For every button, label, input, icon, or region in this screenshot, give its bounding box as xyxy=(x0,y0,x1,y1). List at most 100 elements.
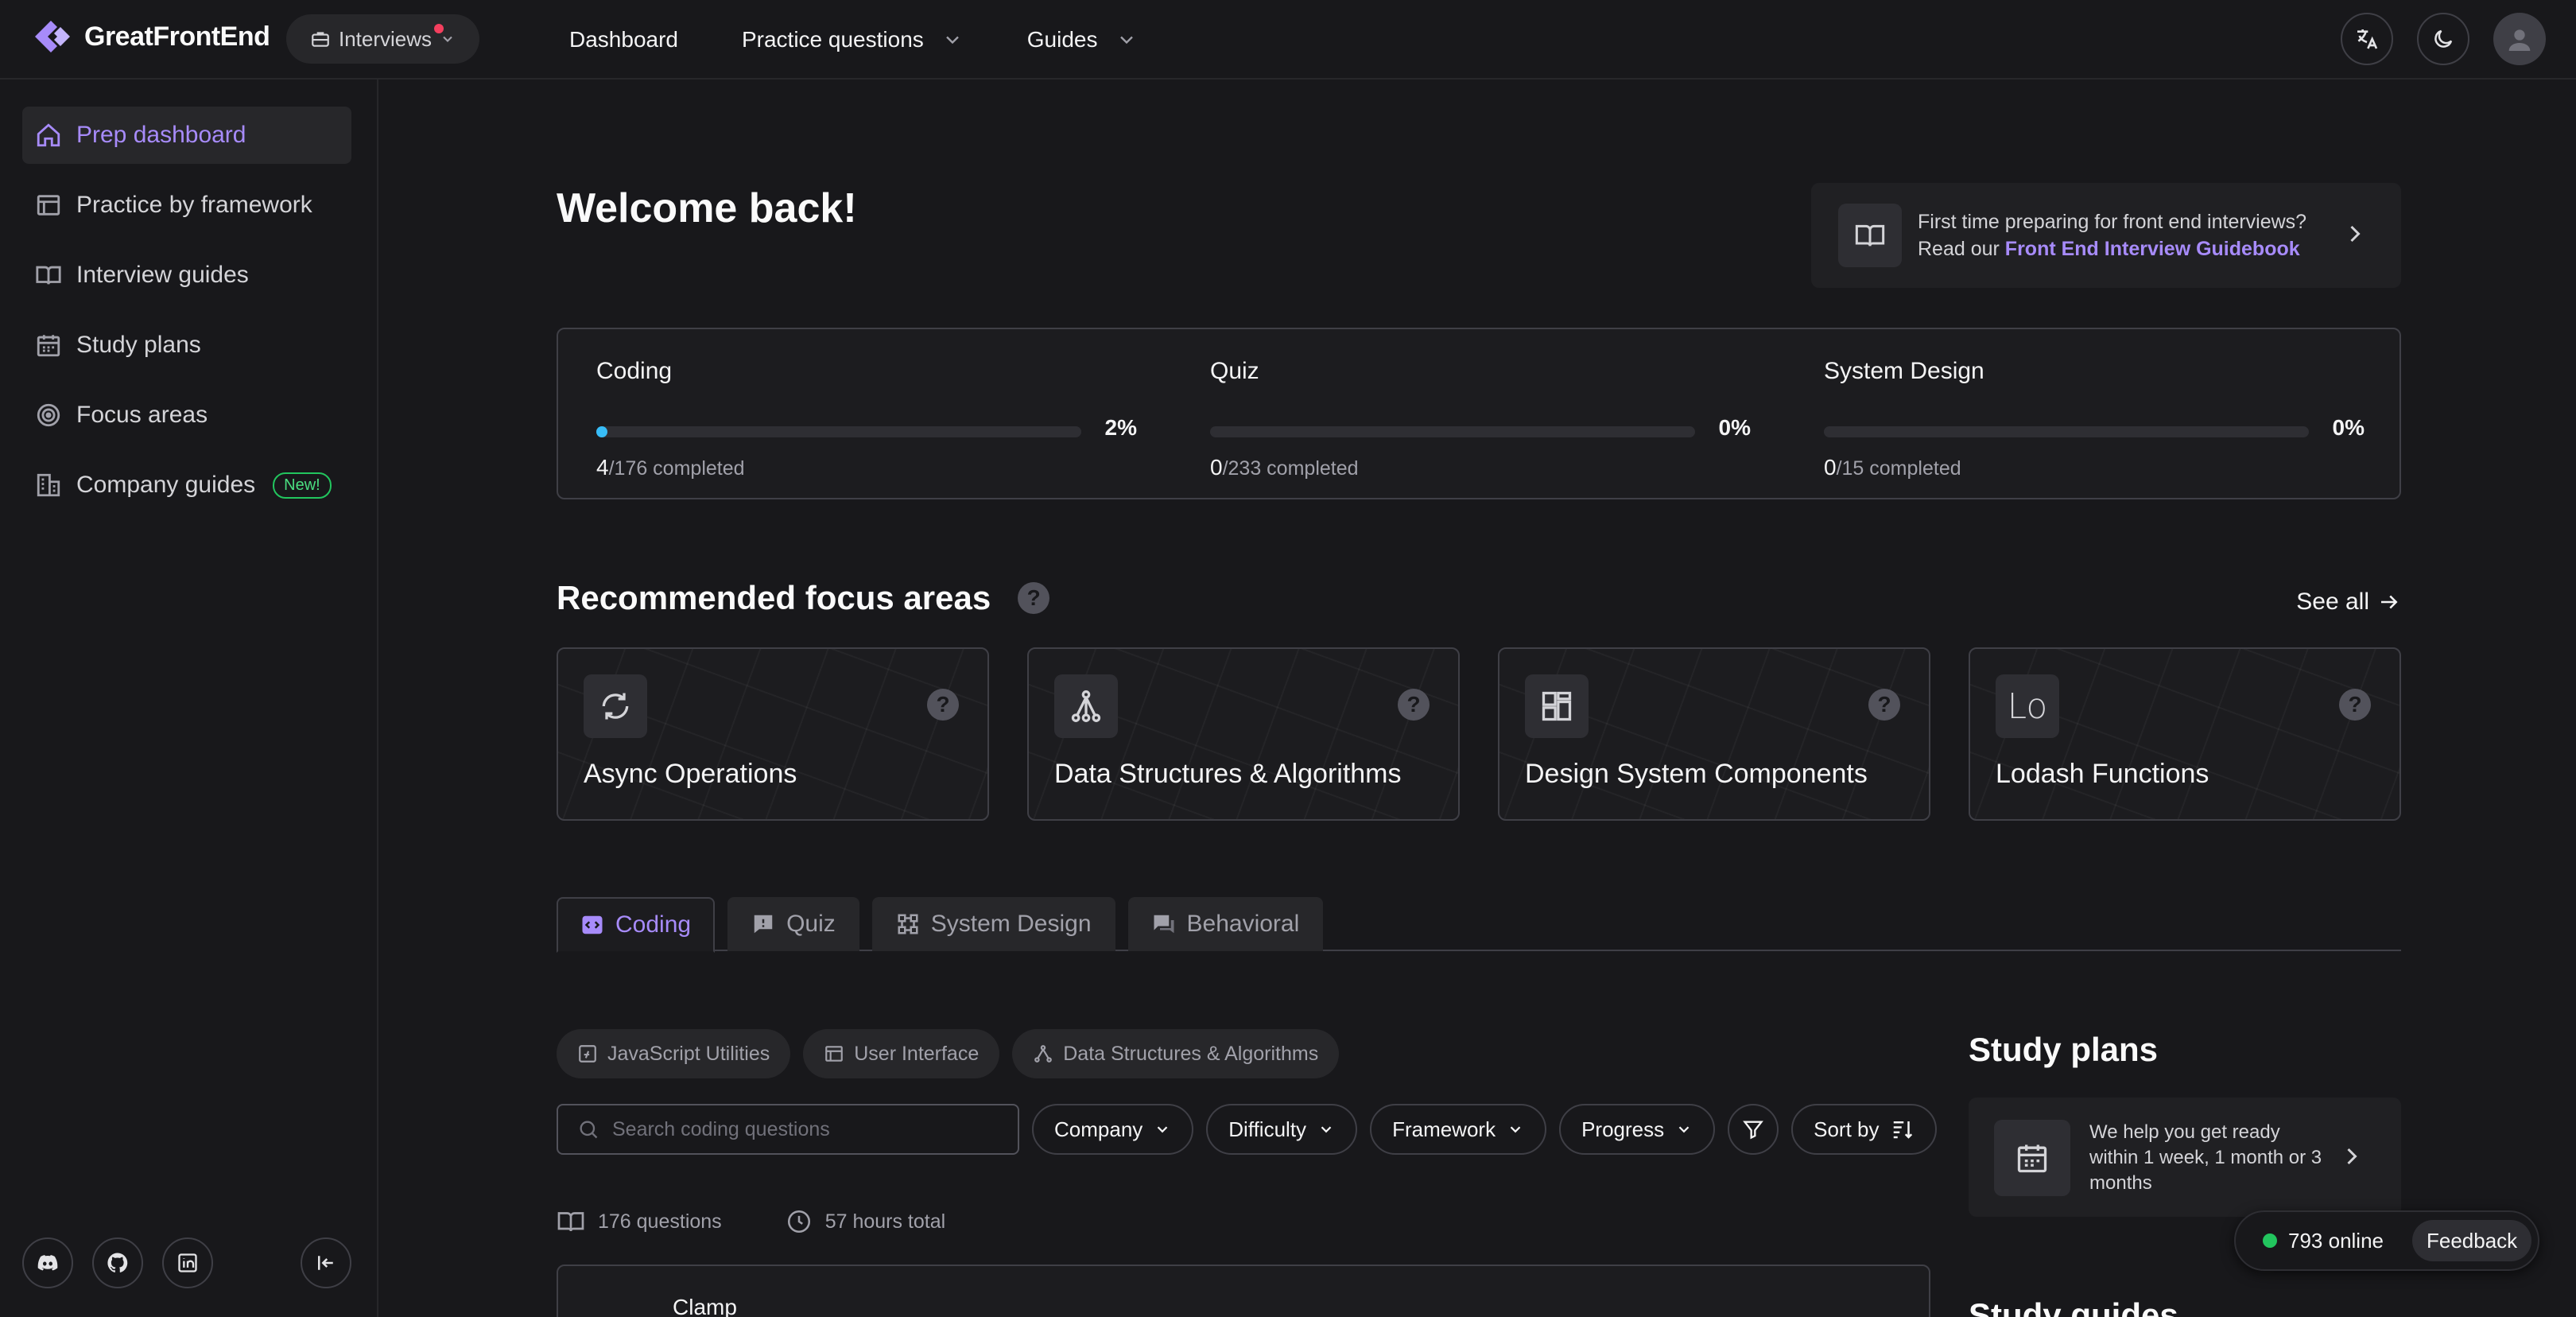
nav-guides[interactable]: Guides xyxy=(1027,27,1138,52)
progress-system-design[interactable]: System Design 0% 0/15 completed xyxy=(1824,358,2365,480)
online-widget: 793 online Feedback xyxy=(2234,1210,2539,1271)
see-all-link[interactable]: See all xyxy=(2296,589,2401,616)
github-button[interactable] xyxy=(92,1237,143,1288)
clock-icon xyxy=(787,1210,810,1233)
progress-percent: 0% xyxy=(2332,415,2365,440)
company-filter[interactable]: Company xyxy=(1032,1104,1194,1155)
calendar-icon xyxy=(37,335,60,357)
progress-percent: 0% xyxy=(1718,415,1751,440)
help-icon[interactable]: ? xyxy=(927,689,959,721)
progress-total: /233 completed xyxy=(1222,457,1359,480)
main-nav: Dashboard Practice questions Guides xyxy=(569,0,1138,80)
progress-quiz[interactable]: Quiz 0% 0/233 completed xyxy=(1210,358,1751,480)
sidebar-item-label: Study plans xyxy=(76,332,201,358)
nav-practice-questions[interactable]: Practice questions xyxy=(742,27,964,52)
progress-fill xyxy=(596,426,608,437)
discord-button[interactable] xyxy=(22,1237,73,1288)
filter-button[interactable] xyxy=(1728,1104,1779,1155)
user-avatar[interactable] xyxy=(2493,13,2546,65)
sidebar-item-focus-areas[interactable]: Focus areas xyxy=(22,387,351,444)
help-icon[interactable]: ? xyxy=(1868,689,1900,721)
question-title: Clamp xyxy=(673,1295,737,1317)
sidebar-item-company-guides[interactable]: Company guides New! xyxy=(22,456,351,514)
focus-area-card[interactable]: Lo ? Lodash Functions xyxy=(1969,647,2401,821)
tab-label: Coding xyxy=(615,911,692,938)
tab-behavioral[interactable]: Behavioral xyxy=(1127,897,1324,951)
grid-icon xyxy=(1525,674,1589,738)
nav-dashboard[interactable]: Dashboard xyxy=(569,27,678,52)
study-guides-heading: Study guides xyxy=(1969,1296,2178,1317)
sort-label: Sort by xyxy=(1814,1117,1880,1141)
focus-area-card[interactable]: ? Async Operations xyxy=(557,647,989,821)
progress-coding[interactable]: Coding 2% 4/176 completed xyxy=(596,358,1137,480)
chevron-down-icon xyxy=(443,36,452,42)
online-status-dot xyxy=(2263,1233,2277,1248)
help-icon[interactable]: ? xyxy=(2339,689,2371,721)
promo-line-1: First time preparing for front end inter… xyxy=(1918,211,2307,233)
chevron-down-icon xyxy=(1321,1126,1332,1133)
focus-area-name: Data Structures & Algorithms xyxy=(1054,759,1402,789)
sidebar-item-label: Focus areas xyxy=(76,402,208,428)
study-plans-text: We help you get ready within 1 week, 1 m… xyxy=(2089,1121,2322,1194)
question-filters: Company Difficulty Framework Progress So… xyxy=(557,1104,1937,1155)
chat-icon xyxy=(754,915,773,934)
product-switcher[interactable]: Interviews xyxy=(286,14,480,64)
progress-bar xyxy=(1210,426,1695,437)
sidebar-item-interview-guides[interactable]: Interview guides xyxy=(22,247,351,304)
search-input[interactable] xyxy=(612,1117,994,1141)
category-chips: JavaScript Utilities User Interface Data… xyxy=(557,1029,1340,1078)
online-count: 793 online xyxy=(2288,1228,2384,1253)
progress-filter[interactable]: Progress xyxy=(1559,1104,1716,1155)
chip-data-structures[interactable]: Data Structures & Algorithms xyxy=(1012,1029,1340,1078)
tab-system-design[interactable]: System Design xyxy=(871,897,1115,951)
chip-javascript-utilities[interactable]: JavaScript Utilities xyxy=(557,1029,791,1078)
question-type-tabs: Coding Quiz System Design Behavioral xyxy=(557,897,2401,953)
linkedin-button[interactable] xyxy=(162,1237,213,1288)
tab-coding[interactable]: Coding xyxy=(557,897,716,953)
tab-quiz[interactable]: Quiz xyxy=(727,897,859,951)
progress-title: Quiz xyxy=(1210,358,1259,384)
progress-bar xyxy=(596,426,1081,437)
sidebar-item-practice-by-framework[interactable]: Practice by framework xyxy=(22,177,351,234)
guidebook-promo-text: First time preparing for front end inter… xyxy=(1918,208,2306,262)
tree-icon xyxy=(1034,1045,1053,1063)
progress-title: Coding xyxy=(596,358,673,384)
focus-area-card[interactable]: ? Design System Components xyxy=(1498,647,1930,821)
language-button[interactable] xyxy=(2341,13,2393,65)
nav-label: Practice questions xyxy=(741,27,924,52)
product-switch-label: Interviews xyxy=(339,26,433,51)
lodash-icon-text: Lo xyxy=(2007,686,2048,727)
help-icon[interactable]: ? xyxy=(1398,689,1430,721)
chevron-down-icon xyxy=(1157,1126,1168,1133)
progress-total: /15 completed xyxy=(1836,457,1961,480)
guidebook-promo-card[interactable]: First time preparing for front end inter… xyxy=(1811,183,2401,288)
new-badge: New! xyxy=(273,472,332,499)
feedback-button[interactable]: Feedback xyxy=(2412,1220,2532,1261)
difficulty-filter[interactable]: Difficulty xyxy=(1206,1104,1358,1155)
framework-filter[interactable]: Framework xyxy=(1370,1104,1547,1155)
progress-count: 0/15 completed xyxy=(1824,455,1961,480)
study-plans-card[interactable]: We help you get ready within 1 week, 1 m… xyxy=(1969,1098,2401,1217)
brand-name: GreatFrontEnd xyxy=(84,21,270,52)
lodash-icon: Lo xyxy=(1996,674,2059,738)
focus-area-name: Async Operations xyxy=(584,759,797,789)
chip-user-interface[interactable]: User Interface xyxy=(803,1029,1000,1078)
help-icon[interactable]: ? xyxy=(1018,582,1050,614)
theme-toggle-button[interactable] xyxy=(2417,13,2469,65)
linkedin-icon xyxy=(178,1253,197,1272)
guidebook-link[interactable]: Front End Interview Guidebook xyxy=(2005,238,2300,260)
progress-count: 0/233 completed xyxy=(1210,455,1359,480)
logo[interactable]: GreatFrontEnd xyxy=(33,19,270,54)
collapse-sidebar-button[interactable] xyxy=(301,1237,351,1288)
filter-label: Framework xyxy=(1392,1117,1496,1141)
focus-area-card[interactable]: ? Data Structures & Algorithms xyxy=(1027,647,1460,821)
question-list-item[interactable]: Clamp xyxy=(557,1265,1930,1317)
sidebar-item-prep-dashboard[interactable]: Prep dashboard xyxy=(22,107,351,164)
sidebar-item-label: Interview guides xyxy=(76,262,249,288)
sidebar-item-study-plans[interactable]: Study plans xyxy=(22,317,351,374)
promo-line-2: Read our xyxy=(1918,238,2005,260)
sort-button[interactable]: Sort by xyxy=(1791,1104,1937,1155)
diagram-icon xyxy=(898,914,918,934)
building-icon xyxy=(37,473,60,497)
chip-label: JavaScript Utilities xyxy=(607,1042,770,1065)
